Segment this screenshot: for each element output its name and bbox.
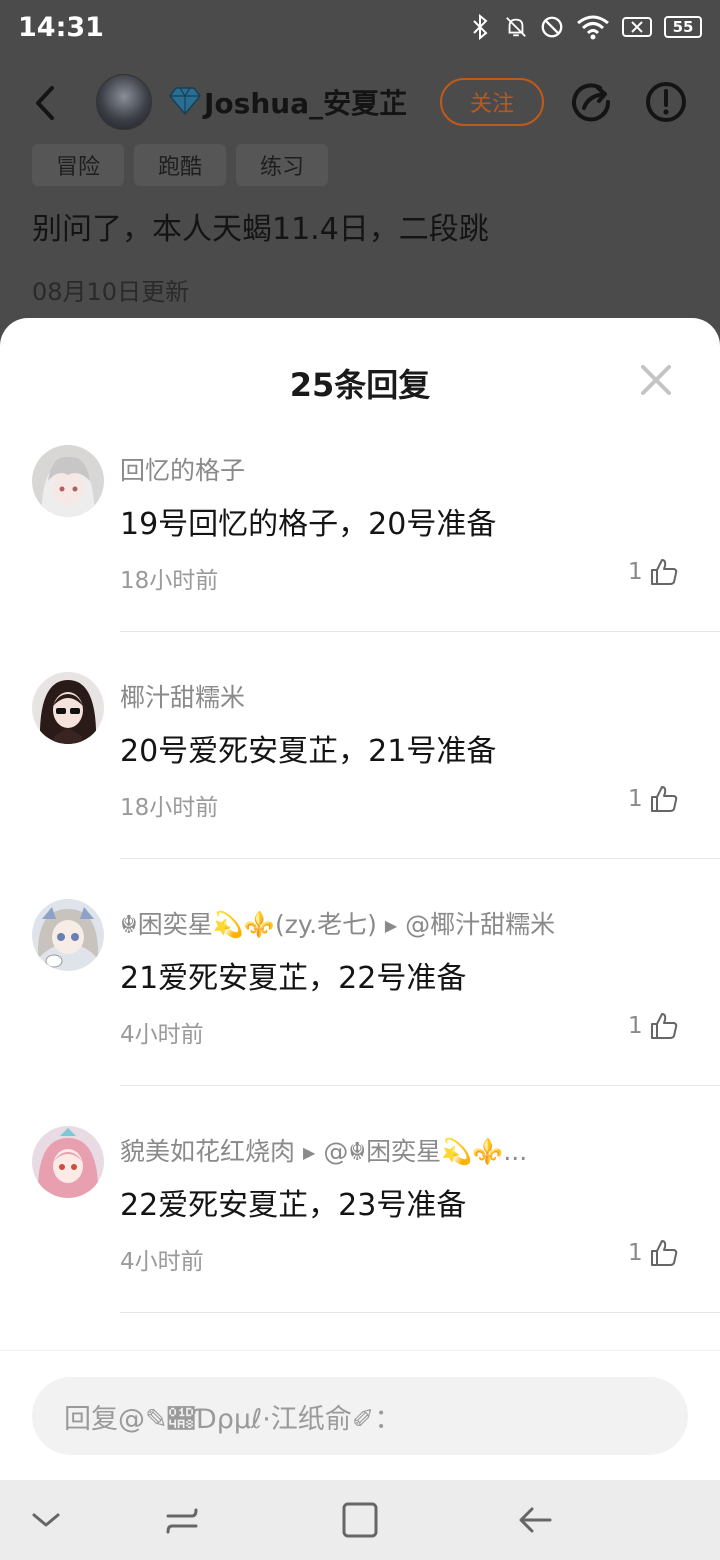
diamond-icon (168, 86, 202, 116)
bluetooth-icon (468, 13, 492, 41)
thumbs-up-icon (650, 1013, 677, 1039)
reply-author-name[interactable]: 椰汁甜糯米 (120, 683, 245, 712)
reply-text: 20号爱死安夏芷，21号准备 (120, 734, 497, 769)
like-count: 1 (628, 1013, 643, 1039)
reply-time: 4小时前 (120, 1022, 204, 1048)
reply-author[interactable]: 椰汁甜糯米 (120, 678, 245, 714)
recents-icon (166, 1508, 198, 1534)
reply-item: ☬困奕星💫⚜️(zy.老七) ▶ @椰汁甜糯米 21爱死安夏芷，22号准备 4小时前… (0, 899, 720, 1126)
close-button[interactable] (638, 362, 674, 398)
like-count: 1 (628, 1240, 643, 1266)
back-arrow-icon (519, 1507, 552, 1533)
share-button[interactable] (570, 80, 614, 124)
like-button[interactable]: 1 (628, 784, 679, 814)
recents-button[interactable] (162, 1500, 202, 1540)
system-navbar (0, 1480, 720, 1560)
back-arrow-icon (36, 86, 54, 120)
reply-author-name[interactable]: 回忆的格子 (120, 456, 245, 485)
home-button[interactable] (340, 1500, 380, 1540)
reply-input-bar: 回复@✎𝒨Ɗρμℓ·江纸俞✐： (0, 1350, 720, 1480)
reply-target[interactable]: @椰汁甜糯米 (405, 910, 555, 939)
home-square-icon (342, 1502, 378, 1538)
status-bar: 14:31 55 (0, 0, 720, 56)
tag-item[interactable]: 练习 (236, 144, 329, 186)
back-button[interactable] (30, 84, 60, 122)
thumbs-up-icon (650, 1240, 677, 1266)
thumbs-up-icon (650, 786, 677, 812)
alert-icon (646, 82, 686, 122)
reply-author[interactable]: 貌美如花红烧肉 ▶ @☬困奕星💫⚜️... (120, 1132, 527, 1168)
chevron-down-icon (32, 1513, 60, 1527)
reply-item: 貌美如花红烧肉 ▶ @☬困奕星💫⚜️... 22爱死安夏芷，23号准备 4小时前 1 (0, 1126, 720, 1353)
wifi-icon (576, 13, 610, 41)
reply-author-name[interactable]: 貌美如花红烧肉 (120, 1137, 295, 1166)
reply-author[interactable]: ☬困奕星💫⚜️(zy.老七) ▶ @椰汁甜糯米 (120, 905, 555, 941)
battery-level: 55 (672, 18, 694, 36)
reply-text: 19号回忆的格子，20号准备 (120, 507, 497, 542)
avatar[interactable] (32, 445, 104, 517)
report-button[interactable] (644, 80, 688, 124)
reply-input[interactable]: 回复@✎𝒨Ɗρμℓ·江纸俞✐： (32, 1377, 688, 1455)
like-button[interactable]: 1 (628, 1238, 679, 1268)
sheet-title: 25条回复 (289, 366, 431, 404)
status-icons: 55 (468, 12, 702, 42)
reply-text: 21爱死安夏芷，22号准备 (120, 961, 467, 996)
reply-time: 18小时前 (120, 568, 219, 594)
post-tags: 冒险 跑酷 练习 (32, 144, 329, 186)
like-count: 1 (628, 559, 643, 585)
hide-keyboard-button[interactable] (26, 1500, 66, 1540)
no-sim-icon (622, 13, 652, 41)
reply-target[interactable]: @☬困奕星💫⚜️... (323, 1137, 527, 1166)
like-button[interactable]: 1 (628, 1011, 679, 1041)
tag-item[interactable]: 跑酷 (134, 144, 227, 186)
battery-icon: 55 (664, 16, 702, 38)
divider (120, 858, 720, 859)
post-date: 08月10日更新 (32, 278, 190, 306)
dnd-icon (540, 13, 564, 41)
author-avatar[interactable] (96, 74, 152, 130)
thumbs-up-icon (650, 559, 677, 585)
reply-time: 4小时前 (120, 1249, 204, 1275)
mute-icon (504, 13, 528, 41)
divider (120, 631, 720, 632)
post-header: Joshua_安夏芷 关注 (0, 56, 720, 148)
reply-author-name[interactable]: ☬困奕星💫⚜️(zy.老七) (120, 910, 377, 939)
like-count: 1 (628, 786, 643, 812)
avatar[interactable] (32, 899, 104, 971)
author-username[interactable]: Joshua_安夏芷 (204, 82, 407, 122)
status-time: 14:31 (18, 12, 104, 43)
reply-item: 回忆的格子 19号回忆的格子，20号准备 18小时前 1 (0, 445, 720, 672)
avatar[interactable] (32, 672, 104, 744)
tag-item[interactable]: 冒险 (32, 144, 125, 186)
reply-text: 22爱死安夏芷，23号准备 (120, 1188, 467, 1223)
divider (120, 1312, 720, 1313)
reply-arrow-icon: ▶ (303, 1143, 316, 1162)
reply-time: 18小时前 (120, 795, 219, 821)
divider (120, 1085, 720, 1086)
post-text: 别问了，本人天蝎11.4日，二段跳 (32, 212, 489, 247)
reply-author[interactable]: 回忆的格子 (120, 451, 245, 487)
close-icon (641, 365, 671, 395)
reply-arrow-icon: ▶ (384, 916, 398, 935)
like-button[interactable]: 1 (628, 557, 679, 587)
follow-button[interactable]: 关注 (440, 78, 544, 126)
share-icon (572, 83, 611, 122)
reply-item: 椰汁甜糯米 20号爱死安夏芷，21号准备 18小时前 1 (0, 672, 720, 899)
back-nav-button[interactable] (516, 1500, 556, 1540)
replies-sheet: 25条回复 回忆的格子 19号回忆的格子，20号准备 18小时前 1 椰汁甜糯米… (0, 318, 720, 1560)
avatar[interactable] (32, 1126, 104, 1198)
